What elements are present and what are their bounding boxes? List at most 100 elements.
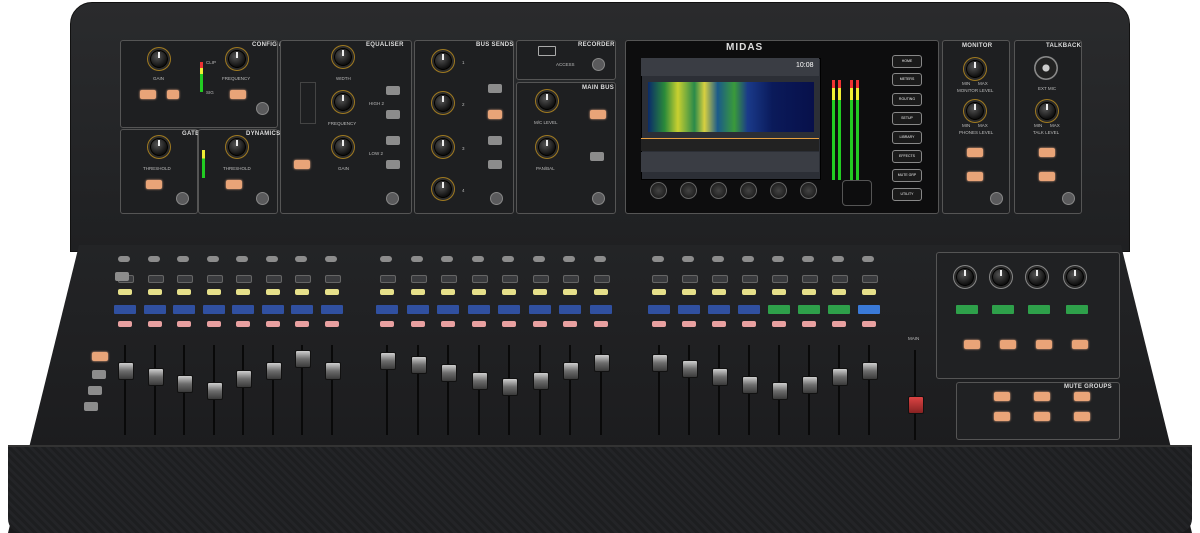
channel-select-button[interactable] [772, 256, 784, 262]
channel-select-button[interactable] [441, 256, 453, 262]
xlr-jack-icon[interactable] [1034, 56, 1058, 80]
channel-solo-button[interactable] [265, 289, 280, 295]
channel-select-button[interactable] [118, 256, 130, 262]
channel-mute-button[interactable] [652, 321, 666, 327]
channel-mute-button[interactable] [862, 321, 876, 327]
channel-mute-button[interactable] [532, 321, 547, 327]
assign-set-button-3[interactable] [1036, 340, 1052, 349]
channel-select-button[interactable] [862, 256, 874, 262]
eq-high2-button[interactable] [386, 110, 400, 119]
channel-solo-button[interactable] [206, 289, 221, 295]
assign-knob-1[interactable] [956, 268, 974, 286]
setup-button[interactable]: SETUP [892, 112, 922, 125]
channel-select-button[interactable] [502, 256, 514, 262]
monitor-level-knob[interactable] [966, 60, 984, 78]
channel-fader[interactable] [712, 368, 728, 386]
channel-mute-button[interactable] [502, 321, 516, 327]
bus-bank-button-3[interactable] [488, 136, 502, 145]
dyn-view-button[interactable] [256, 192, 269, 205]
channel-fader[interactable] [593, 354, 610, 372]
left-layer-button[interactable] [115, 272, 129, 281]
bus-bank-button-2[interactable] [488, 110, 502, 119]
channel-select-button[interactable] [802, 256, 814, 262]
channel-mute-button[interactable] [832, 321, 846, 327]
channel-select-button[interactable] [206, 256, 219, 262]
channel-select-button[interactable] [295, 256, 307, 262]
pan-bal-knob[interactable] [538, 138, 556, 156]
channel-fader[interactable] [471, 372, 488, 390]
eq-gain-knob[interactable] [334, 138, 352, 156]
gate-threshold-knob[interactable] [150, 138, 168, 156]
library-button[interactable]: LIBRARY [892, 131, 922, 144]
channel-fader[interactable] [502, 378, 518, 396]
channel-fader[interactable] [441, 364, 457, 382]
channel-solo-button[interactable] [593, 289, 608, 295]
screen-encoder-3[interactable] [710, 182, 727, 199]
recorder-view-button[interactable] [592, 58, 605, 71]
screen-encoder-2[interactable] [680, 182, 697, 199]
channel-fader[interactable] [147, 368, 164, 386]
channel-mute-button[interactable] [742, 321, 756, 327]
channel-mute-button[interactable] [295, 321, 309, 327]
phantom-button[interactable] [140, 90, 156, 99]
channel-fader[interactable] [682, 360, 698, 378]
channel-fader[interactable] [652, 354, 668, 372]
channel-sel-button[interactable] [236, 275, 252, 283]
channel-select-button[interactable] [265, 256, 278, 262]
channel-sel-button[interactable] [532, 275, 549, 283]
eq-frequency-knob[interactable] [334, 93, 352, 111]
channel-sel-button[interactable] [410, 275, 427, 283]
bus-send-1-knob[interactable] [434, 52, 452, 70]
mute-group-4[interactable] [994, 412, 1010, 421]
mute-group-3[interactable] [1074, 392, 1090, 401]
channel-solo-button[interactable] [177, 289, 191, 295]
channel-solo-button[interactable] [410, 289, 425, 295]
meters-button[interactable]: METERS [892, 73, 922, 86]
mute-group-2[interactable] [1034, 392, 1050, 401]
channel-select-button[interactable] [410, 256, 423, 262]
mute-group-1[interactable] [994, 392, 1010, 401]
channel-sel-button[interactable] [471, 275, 488, 283]
channel-fader[interactable] [206, 382, 223, 400]
channel-sel-button[interactable] [295, 275, 311, 283]
channel-mute-button[interactable] [147, 321, 162, 327]
channel-sel-button[interactable] [380, 275, 396, 283]
channel-fader[interactable] [324, 362, 341, 380]
gain-knob[interactable] [150, 50, 168, 68]
screen-encoder-4[interactable] [740, 182, 757, 199]
channel-mute-button[interactable] [236, 321, 250, 327]
routing-button[interactable]: ROUTING [892, 93, 922, 106]
channel-mute-button[interactable] [410, 321, 425, 327]
channel-solo-button[interactable] [147, 289, 162, 295]
channel-fader[interactable] [380, 352, 396, 370]
channel-sel-button[interactable] [177, 275, 193, 283]
left-bank-button-3[interactable] [88, 386, 102, 395]
main-fader[interactable] [908, 396, 924, 414]
channel-fader[interactable] [118, 362, 134, 380]
channel-sel-button[interactable] [862, 275, 878, 283]
phase-button[interactable] [167, 90, 179, 99]
channel-select-button[interactable] [236, 256, 248, 262]
channel-fader[interactable] [832, 368, 848, 386]
channel-sel-button[interactable] [563, 275, 579, 283]
channel-select-button[interactable] [147, 256, 160, 262]
channel-sel-button[interactable] [742, 275, 758, 283]
channel-select-button[interactable] [682, 256, 694, 262]
channel-mute-button[interactable] [441, 321, 455, 327]
low-cut-button[interactable] [230, 90, 246, 99]
channel-fader[interactable] [742, 376, 758, 394]
left-bank-button-4[interactable] [84, 402, 98, 411]
channel-fader[interactable] [236, 370, 252, 388]
channel-sel-button[interactable] [593, 275, 610, 283]
channel-solo-button[interactable] [712, 289, 726, 295]
channel-select-button[interactable] [380, 256, 392, 262]
main-stereo-button[interactable] [590, 152, 604, 161]
dyn-threshold-knob[interactable] [228, 138, 246, 156]
channel-sel-button[interactable] [265, 275, 282, 283]
eq-width-knob[interactable] [334, 48, 352, 66]
channel-mute-button[interactable] [802, 321, 816, 327]
channel-select-button[interactable] [324, 256, 337, 262]
assign-set-button-1[interactable] [964, 340, 980, 349]
eq-on-button[interactable] [294, 160, 310, 169]
channel-sel-button[interactable] [441, 275, 457, 283]
